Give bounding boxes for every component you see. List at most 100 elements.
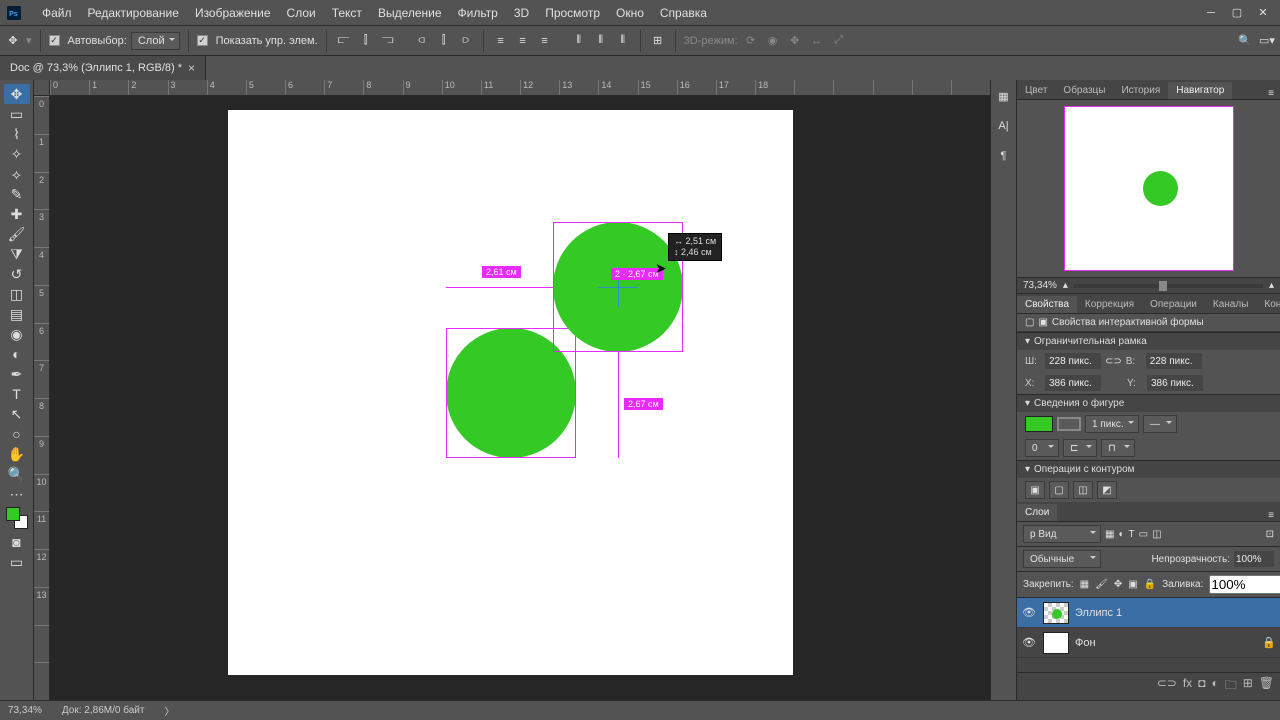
adjustment-layer-icon[interactable]: ◐ bbox=[1211, 676, 1218, 697]
layer-mask-icon[interactable]: ◘ bbox=[1198, 676, 1205, 697]
dist-bottom-icon[interactable]: ≡ bbox=[536, 32, 554, 50]
zoom-in-icon[interactable]: ▴ bbox=[1269, 280, 1274, 291]
layer-name[interactable]: Эллипс 1 bbox=[1075, 607, 1122, 619]
orbit-3d-icon[interactable]: ⟳ bbox=[742, 32, 760, 50]
roll-3d-icon[interactable]: ◉ bbox=[764, 32, 782, 50]
pen-tool[interactable]: ✒ bbox=[4, 364, 30, 384]
stroke-swatch[interactable] bbox=[1057, 417, 1081, 431]
menu-справка[interactable]: Справка bbox=[652, 2, 715, 24]
path-combine-icon[interactable]: ▣ bbox=[1025, 481, 1045, 499]
history-brush-tool[interactable]: ↺ bbox=[4, 264, 30, 284]
path-select-tool[interactable]: ↖ bbox=[4, 404, 30, 424]
layer-name[interactable]: Фон bbox=[1075, 637, 1096, 649]
menu-фильтр[interactable]: Фильтр bbox=[450, 2, 506, 24]
menu-окно[interactable]: Окно bbox=[608, 2, 652, 24]
heal-tool[interactable]: ✚ bbox=[4, 204, 30, 224]
edit-toolbar[interactable]: ⋯ bbox=[4, 484, 30, 504]
hand-tool[interactable]: ✋ bbox=[4, 444, 30, 464]
search-icon[interactable]: 🔍 bbox=[1236, 32, 1254, 50]
stamp-tool[interactable]: ⧩ bbox=[4, 244, 30, 264]
lock-position-icon[interactable]: ✥ bbox=[1114, 579, 1122, 590]
section-path-ops[interactable]: ▾Операции с контуром bbox=[1017, 460, 1280, 478]
slide-3d-icon[interactable]: ↔ bbox=[808, 32, 826, 50]
zoom-slider[interactable] bbox=[1074, 284, 1263, 288]
filter-shape-icon[interactable]: ▭ bbox=[1139, 529, 1148, 540]
workspace-icon[interactable]: ▭▾ bbox=[1258, 32, 1276, 50]
visibility-toggle[interactable]: 👁 bbox=[1021, 606, 1037, 619]
character-dock-icon[interactable]: A| bbox=[994, 116, 1014, 136]
menu-просмотр[interactable]: Просмотр bbox=[537, 2, 608, 24]
screenmode-toggle[interactable]: ▭ bbox=[4, 552, 30, 572]
tab-actions[interactable]: Операции bbox=[1142, 296, 1205, 313]
filter-toggle[interactable]: ⊡ bbox=[1266, 529, 1274, 540]
menu-изображение[interactable]: Изображение bbox=[187, 2, 279, 24]
lock-image-icon[interactable]: 🖌 bbox=[1095, 579, 1108, 590]
menu-текст[interactable]: Текст bbox=[324, 2, 370, 24]
brush-tool[interactable]: 🖌 bbox=[4, 224, 30, 244]
zoom-tool[interactable]: 🔍 bbox=[4, 464, 30, 484]
stroke-width-dropdown[interactable]: 1 пикс. bbox=[1085, 415, 1139, 433]
align-hcenter-icon[interactable]: ⫿ bbox=[357, 32, 375, 50]
opacity-input[interactable] bbox=[1234, 551, 1274, 567]
tab-properties[interactable]: Свойства bbox=[1017, 296, 1077, 313]
quickmask-toggle[interactable]: ◙ bbox=[4, 532, 30, 552]
y-input[interactable] bbox=[1147, 375, 1203, 391]
layer-thumbnail[interactable] bbox=[1043, 602, 1069, 624]
filter-pixel-icon[interactable]: ▦ bbox=[1105, 529, 1114, 540]
x-input[interactable] bbox=[1045, 375, 1101, 391]
fill-swatch[interactable] bbox=[1025, 416, 1053, 432]
path-subtract-icon[interactable]: ▢ bbox=[1049, 481, 1069, 499]
lock-transparent-icon[interactable]: ▦ bbox=[1080, 579, 1089, 590]
radius-dropdown[interactable]: 0 bbox=[1025, 439, 1059, 457]
panel-menu-icon[interactable]: ≡ bbox=[1262, 510, 1280, 521]
path-intersect-icon[interactable]: ◫ bbox=[1073, 481, 1093, 499]
filter-type-icon[interactable]: T bbox=[1129, 529, 1135, 540]
menu-выделение[interactable]: Выделение bbox=[370, 2, 450, 24]
link-layers-icon[interactable]: ⊂⊃ bbox=[1157, 676, 1177, 697]
navigator-thumbnail[interactable] bbox=[1064, 106, 1234, 271]
visibility-toggle[interactable]: 👁 bbox=[1021, 636, 1037, 649]
ruler-horizontal[interactable]: 0123456789101112131415161718 bbox=[50, 80, 990, 96]
status-zoom[interactable]: 73,34% bbox=[8, 705, 42, 716]
color-swatch[interactable] bbox=[4, 504, 30, 532]
delete-layer-icon[interactable]: 🗑 bbox=[1259, 676, 1274, 697]
close-tab-icon[interactable]: × bbox=[188, 61, 195, 75]
eraser-tool[interactable]: ◫ bbox=[4, 284, 30, 304]
scale-3d-icon[interactable]: ⤢ bbox=[830, 32, 848, 50]
blend-mode-dropdown[interactable]: Обычные bbox=[1023, 550, 1101, 568]
height-input[interactable] bbox=[1146, 353, 1202, 369]
menu-редактирование[interactable]: Редактирование bbox=[80, 2, 187, 24]
dist-left-icon[interactable]: ⦀ bbox=[570, 32, 588, 50]
ruler-vertical[interactable]: 012345678910111213 bbox=[34, 96, 50, 700]
layer-group-icon[interactable]: 🗀 bbox=[1225, 676, 1237, 697]
tab-swatches[interactable]: Образцы bbox=[1055, 82, 1113, 99]
close-button[interactable]: ✕ bbox=[1250, 4, 1276, 22]
filter-adjust-icon[interactable]: ◐ bbox=[1118, 529, 1124, 540]
layer-thumbnail[interactable] bbox=[1043, 632, 1069, 654]
dist-hcenter-icon[interactable]: ⦀ bbox=[592, 32, 610, 50]
align-right-icon[interactable]: ⫎ bbox=[379, 32, 397, 50]
new-layer-icon[interactable]: ⊞ bbox=[1243, 676, 1253, 697]
dist-top-icon[interactable]: ≡ bbox=[492, 32, 510, 50]
dodge-tool[interactable]: ◐ bbox=[4, 344, 30, 364]
crop-tool[interactable]: ⟡ bbox=[4, 164, 30, 184]
tab-adjustments[interactable]: Коррекция bbox=[1077, 296, 1142, 313]
menu-слои[interactable]: Слои bbox=[279, 2, 324, 24]
minimize-button[interactable]: ─ bbox=[1198, 4, 1224, 22]
gradient-tool[interactable]: ▤ bbox=[4, 304, 30, 324]
stroke-style-dropdown[interactable]: — bbox=[1143, 415, 1177, 433]
link-wh-icon[interactable]: ⊂⊃ bbox=[1105, 356, 1122, 367]
panel-menu-icon[interactable]: ≡ bbox=[1262, 88, 1280, 99]
autoselect-checkbox[interactable]: ✓ bbox=[49, 35, 60, 46]
align-left-icon[interactable]: ⫍ bbox=[335, 32, 353, 50]
blur-tool[interactable]: ◉ bbox=[4, 324, 30, 344]
auto-align-icon[interactable]: ⊞ bbox=[649, 32, 667, 50]
document-page[interactable]: 2,61 см 2 · 2,67 см 2,67 см ↔ 2,51 см ↕ … bbox=[228, 110, 793, 675]
paragraph-dock-icon[interactable]: ¶ bbox=[994, 146, 1014, 166]
menu-3d[interactable]: 3D bbox=[506, 2, 537, 24]
layer-fx-icon[interactable]: fx bbox=[1183, 676, 1192, 697]
ruler-origin[interactable] bbox=[34, 80, 50, 96]
type-tool[interactable]: T bbox=[4, 384, 30, 404]
layer-row[interactable]: 👁 Фон 🔒 bbox=[1017, 628, 1280, 658]
cap-dropdown[interactable]: ⊏ bbox=[1063, 439, 1097, 457]
